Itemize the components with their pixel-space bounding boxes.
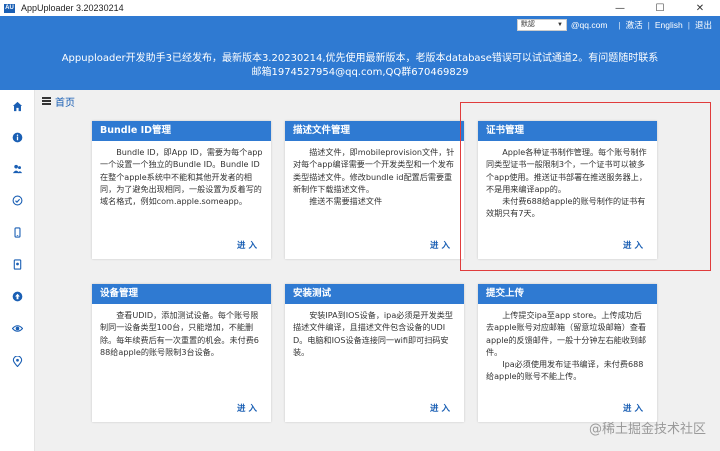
page-header: 首页 — [35, 90, 720, 112]
announcement: Appuploader开发助手3已经发布，最新版本3.20230214,优先使用… — [0, 52, 720, 80]
header-banner: 默認 ▼ @qq.com | 激活 | English | 退出 Appuplo… — [0, 16, 720, 90]
card-text: Apple各种证书制作管理。每个账号制作同类型证书一般限制3个，一个证书可以被多… — [486, 147, 647, 194]
enter-button[interactable]: 进 入 — [623, 402, 643, 414]
sidebar-item-people[interactable] — [0, 158, 34, 178]
sidebar-item-check[interactable] — [0, 190, 34, 210]
enter-button[interactable]: 进 入 — [623, 239, 643, 251]
card-text: 未付费688给apple的账号制作的证书有效期只有7天。 — [486, 196, 646, 219]
card-description: 安装IPA到IOS设备，ipa必须是开发类型描述文件编译，且描述文件包含设备的U… — [285, 304, 464, 358]
card-title: 安装测试 — [285, 284, 464, 304]
card-text: 查看UDID，添加测试设备。每个账号限制同一设备类型100台，只能增加，不能删除… — [100, 310, 259, 357]
home-icon — [12, 101, 22, 111]
card-description: Bundle ID，即App ID，需要为每个app一个设置一个独立的Bundl… — [92, 141, 271, 207]
window-controls: — ☐ ✕ — [600, 0, 720, 16]
watermark: @稀土掘金技术社区 — [588, 422, 706, 437]
main-content: 首页 Bundle ID管理 Bundle ID，即App ID，需要为每个ap… — [35, 90, 720, 451]
card-text: 推送不需要描述文件 — [309, 196, 383, 207]
account-select[interactable]: 默認 ▼ — [516, 19, 567, 31]
app-logo-icon: AU — [4, 3, 15, 13]
people-icon — [12, 164, 22, 173]
sidebar — [0, 90, 35, 451]
enter-button[interactable]: 进 入 — [430, 402, 450, 414]
check-icon — [12, 195, 22, 205]
logout-link[interactable]: 退出 — [695, 19, 712, 31]
divider: | — [687, 20, 690, 30]
enter-button[interactable]: 进 入 — [430, 239, 450, 251]
card-title: 描述文件管理 — [285, 121, 464, 141]
card-description: 查看UDID，添加测试设备。每个账号限制同一设备类型100台，只能增加，不能删除… — [92, 304, 271, 358]
sidebar-item-devices[interactable] — [0, 222, 34, 242]
sidebar-item-info[interactable] — [0, 127, 34, 147]
eye-icon — [11, 324, 23, 332]
window-title: AppUploader 3.20230214 — [21, 3, 124, 13]
phone-icon — [13, 226, 21, 238]
account-select-value: 默認 — [520, 21, 535, 28]
card-title: 提交上传 — [478, 284, 657, 304]
card-text: 安装IPA到IOS设备，ipa必须是开发类型描述文件编译，且描述文件包含设备的U… — [293, 310, 453, 357]
card-description: 描述文件，即mobileprovision文件，针对每个app编译需要一个开发类… — [285, 141, 464, 207]
upload-icon — [12, 291, 22, 301]
card-title: 设备管理 — [92, 284, 271, 304]
card-text: 上传提交ipa至app store。上传成功后去apple账号对应邮箱（留意垃圾… — [486, 310, 647, 357]
english-link[interactable]: English — [655, 20, 683, 30]
close-button[interactable]: ✕ — [680, 0, 720, 16]
card-certificates: 证书管理 Apple各种证书制作管理。每个账号制作同类型证书一般限制3个，一个证… — [478, 121, 657, 259]
announcement-line-2: 邮箱1974527954@qq.com,QQ群670469829 — [251, 67, 469, 78]
card-text: Ipa必须使用发布证书编译，未付费688给apple的账号不能上传。 — [486, 359, 644, 382]
sidebar-item-location[interactable] — [0, 351, 34, 371]
sidebar-item-preview[interactable] — [0, 318, 34, 338]
card-text: Bundle ID，即App ID，需要为每个app一个设置一个独立的Bundl… — [100, 147, 263, 207]
top-links: 默認 ▼ @qq.com | 激活 | English | 退出 — [516, 19, 712, 31]
card-text: 描述文件，即mobileprovision文件，针对每个app编译需要一个开发类… — [293, 147, 455, 194]
page-title: 首页 — [55, 97, 75, 109]
card-description: Apple各种证书制作管理。每个账号制作同类型证书一般限制3个，一个证书可以被多… — [478, 141, 657, 220]
card-devices: 设备管理 查看UDID，添加测试设备。每个账号限制同一设备类型100台，只能增加… — [92, 284, 271, 422]
account-email: @qq.com — [570, 20, 608, 30]
info-icon — [12, 132, 22, 142]
card-description: 上传提交ipa至app store。上传成功后去apple账号对应邮箱（留意垃圾… — [478, 304, 657, 383]
menu-icon[interactable] — [42, 97, 51, 105]
card-submit-upload: 提交上传 上传提交ipa至app store。上传成功后去apple账号对应邮箱… — [478, 284, 657, 422]
card-provisioning: 描述文件管理 描述文件，即mobileprovision文件，针对每个app编译… — [285, 121, 464, 259]
enter-button[interactable]: 进 入 — [237, 402, 257, 414]
card-title: Bundle ID管理 — [92, 121, 271, 141]
card-title: 证书管理 — [478, 121, 657, 141]
announcement-line-1: Appuploader开发助手3已经发布，最新版本3.20230214,优先使用… — [61, 53, 659, 64]
sidebar-item-upload[interactable] — [0, 286, 34, 306]
card-bundle-id: Bundle ID管理 Bundle ID，即App ID，需要为每个app一个… — [92, 121, 271, 259]
activate-link[interactable]: 激活 — [626, 19, 643, 31]
title-bar: AU AppUploader 3.20230214 — ☐ ✕ — [0, 0, 720, 16]
location-icon — [12, 355, 22, 367]
minimize-button[interactable]: — — [600, 0, 640, 16]
maximize-button[interactable]: ☐ — [640, 0, 680, 16]
divider: | — [618, 20, 621, 30]
card-install-test: 安装测试 安装IPA到IOS设备，ipa必须是开发类型描述文件编译，且描述文件包… — [285, 284, 464, 422]
divider: | — [647, 20, 650, 30]
chevron-down-icon: ▼ — [556, 22, 563, 28]
sidebar-item-home[interactable] — [0, 96, 34, 116]
enter-button[interactable]: 进 入 — [237, 239, 257, 251]
certificate-icon — [13, 258, 21, 270]
sidebar-item-certificates[interactable] — [0, 254, 34, 274]
